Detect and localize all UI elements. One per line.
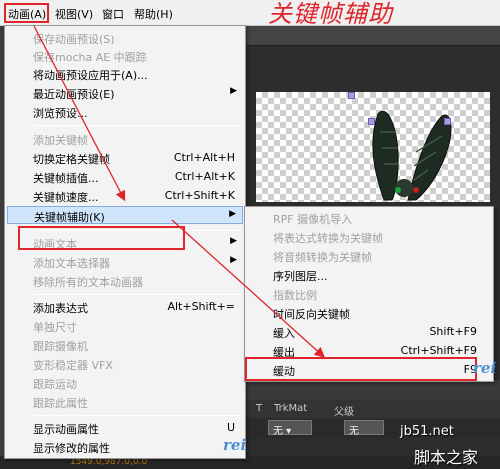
menu-view[interactable]: 视图(V) — [55, 6, 93, 22]
layer-handle[interactable] — [348, 92, 355, 99]
timeline-controls — [244, 380, 500, 400]
submenu-arrow-icon: ▶ — [230, 86, 237, 96]
submenu-arrow-icon: ▶ — [230, 255, 237, 265]
submenu-item-time-reverse[interactable]: 时间反向关键帧 — [273, 304, 491, 322]
menu-separator — [33, 294, 241, 295]
timeline-header: T TrkMat 父级 — [244, 400, 500, 418]
menu-item-keyframe-interpolation[interactable]: 关键帧插值... Ctrl+Alt+K — [33, 168, 243, 186]
menu-window[interactable]: 窗口 — [102, 6, 124, 22]
menu-item-add-expression[interactable]: 添加表达式 Alt+Shift+= — [33, 298, 243, 316]
handwritten-title: 关键帧辅助 — [268, 0, 393, 28]
submenu-item-expression-to-keyframes[interactable]: 将表达式转换为关键帧 — [273, 228, 491, 246]
animation-menu: 保存动画预设(S) 保存mocha AE 中跟踪 将动画预设应用于(A)... … — [4, 25, 246, 459]
menu-item-add-text-selector[interactable]: 添加文本选择器 ▶ — [33, 253, 243, 271]
menu-item-toggle-hold[interactable]: 切换定格关键帧 Ctrl+Alt+H — [33, 149, 243, 167]
submenu-item-rpf-camera[interactable]: RPF 摄像机导入 — [273, 209, 491, 227]
annotation-box-menu — [4, 3, 49, 23]
composition-viewer[interactable] — [256, 92, 490, 202]
menu-item-keyframe-velocity[interactable]: 关键帧速度... Ctrl+Shift+K — [33, 187, 243, 205]
menu-bar: 动画(A) 视图(V) 窗口 帮助(H) 关键帧辅助 — [0, 0, 500, 28]
rei-watermark: rei — [473, 359, 497, 377]
menu-item-reveal-animated[interactable]: 显示动画属性 U — [33, 419, 243, 437]
menu-item-remove-text-animators[interactable]: 移除所有的文本动画器 — [33, 272, 243, 290]
rabbit-ears-artwork — [372, 111, 452, 201]
column-parent: 父级 — [334, 407, 354, 418]
layer-handle[interactable] — [368, 118, 375, 125]
menu-help[interactable]: 帮助(H) — [134, 6, 173, 22]
menu-separator — [33, 125, 241, 126]
submenu-arrow-icon: ▶ — [230, 236, 237, 246]
menu-item-recent-presets[interactable]: 最近动画预设(E) ▶ — [33, 84, 243, 102]
column-t: T — [256, 403, 263, 414]
submenu-item-easy-ease-in[interactable]: 缓入 Shift+F9 — [273, 323, 491, 341]
submenu-arrow-icon: ▶ — [229, 209, 236, 219]
viewer-toolbar — [244, 26, 500, 46]
submenu-item-sequence-layers[interactable]: 序列图层... — [273, 266, 491, 284]
menu-item-track-camera[interactable]: 跟踪摄像机 — [33, 336, 243, 354]
menu-separator — [33, 415, 241, 416]
menu-item-reveal-modified[interactable]: 显示修改的属性 — [33, 438, 243, 456]
menu-item-save-preset[interactable]: 保存动画预设(S) — [33, 29, 243, 47]
timeline-layer-row: 无 ▾ 无 — [244, 418, 500, 438]
trkmat-select[interactable]: 无 ▾ — [268, 420, 312, 437]
menu-item-add-keyframe[interactable]: 添加关键帧 — [33, 130, 243, 148]
menu-item-track-property[interactable]: 跟踪此属性 — [33, 393, 243, 411]
menu-item-separate-dimensions[interactable]: 单独尺寸 — [33, 317, 243, 335]
menu-item-save-mocha[interactable]: 保存mocha AE 中跟踪 — [33, 47, 243, 65]
layer-handle[interactable] — [444, 118, 451, 125]
submenu-item-audio-to-keyframes[interactable]: 将音频转换为关键帧 — [273, 247, 491, 265]
menu-item-keyframe-assistant[interactable]: 关键帧辅助(K) ▶ — [7, 206, 243, 224]
menu-item-warp-stabilizer[interactable]: 变形稳定器 VFX — [33, 355, 243, 373]
keyframe-assistant-submenu: RPF 摄像机导入 将表达式转换为关键帧 将音频转换为关键帧 序列图层... 指… — [244, 206, 497, 382]
rei-watermark: rei — [223, 436, 247, 454]
menu-item-track-motion[interactable]: 跟踪运动 — [33, 374, 243, 392]
annotation-box-easy-ease — [245, 357, 477, 381]
menu-item-apply-preset[interactable]: 将动画预设应用于(A)... — [33, 65, 243, 83]
site-watermark: jb51.net — [400, 424, 454, 439]
menu-item-browse-presets[interactable]: 浏览预设... — [33, 103, 243, 121]
submenu-item-exponential-scale[interactable]: 指数比例 — [273, 285, 491, 303]
parent-select[interactable]: 无 — [344, 420, 384, 437]
column-trkmat: TrkMat — [274, 403, 308, 414]
annotation-box-keyframe-assistant — [18, 226, 185, 250]
site-watermark-cn: 脚本之家 — [414, 448, 479, 467]
